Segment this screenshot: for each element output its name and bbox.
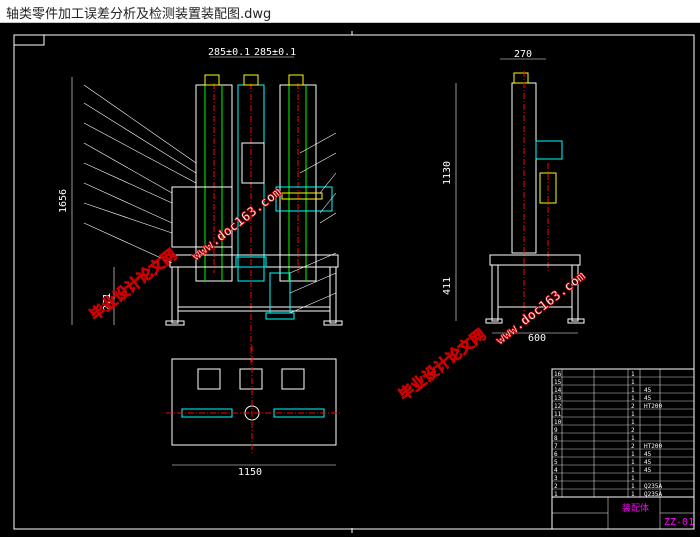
title-block-drawing-no: ZZ-01 (664, 517, 694, 528)
bom-row-qty: 1 (631, 475, 635, 482)
dim-front-top-left: 285±0.1 (208, 47, 250, 58)
window-title-bar: 轴类零件加工误差分析及检测装置装配图.dwg (0, 0, 700, 23)
bom-row-no: 3 (554, 475, 558, 482)
bom-row-no: 10 (554, 419, 562, 426)
dim-plan-width: 1150 (238, 467, 262, 478)
bom-row-no: 7 (554, 443, 558, 450)
bom-row-qty: 1 (631, 459, 635, 466)
bom-row-qty: 1 (631, 435, 635, 442)
bom-row-no: 11 (554, 411, 562, 418)
bill-of-materials: 16 115 114 1 4513 1 4512 2 HT20011 110 19 28 17 2 HT20… (551, 368, 695, 498)
window-title: 轴类零件加工误差分析及检测装置装配图.dwg (6, 7, 272, 22)
dim-side-lower: 411 (442, 277, 453, 295)
watermark-company-1: 毕业设计论文网 (86, 245, 180, 324)
bom-row-qty: 1 (631, 387, 635, 394)
plan-view: 1150 (166, 345, 342, 478)
bom-row-qty: 1 (631, 467, 635, 474)
title-block-name: 装配体 (622, 502, 649, 514)
bom-row-no: 6 (554, 451, 558, 458)
dim-side-upper: 1130 (442, 161, 453, 185)
bom-row-no: 9 (554, 427, 558, 434)
bom-row-material: HT200 (644, 443, 662, 450)
bom-row-material: Q235A (644, 483, 662, 490)
drawing-canvas[interactable]: 285±0.1 285±0.1 1656 271 270 1130 411 60… (0, 23, 700, 533)
bom-row-no: 13 (554, 395, 562, 402)
bom-row-qty: 1 (631, 483, 635, 490)
bom-row-qty: 1 (631, 451, 635, 458)
bom-row-qty: 2 (631, 403, 635, 410)
bom-row-no: 4 (554, 467, 558, 474)
bom-row-no: 14 (554, 387, 562, 394)
bom-row-qty: 1 (631, 419, 635, 426)
cad-drawing: 285±0.1 285±0.1 1656 271 270 1130 411 60… (13, 31, 695, 533)
title-block: 装配体 ZZ-01 (551, 496, 695, 530)
dim-front-height: 1656 (58, 189, 69, 213)
bom-row-qty: 2 (631, 443, 635, 450)
bom-row-material: 45 (644, 395, 652, 402)
bom-row-no: 16 (554, 371, 562, 378)
dim-side-width: 600 (528, 333, 546, 344)
dim-front-top-right: 285±0.1 (254, 47, 296, 58)
bom-row-qty: 2 (631, 427, 635, 434)
bom-row-material: 45 (644, 459, 652, 466)
bom-row-material: 45 (644, 451, 652, 458)
watermarks: 毕业设计论文网 www.doc163.com 毕业设计论文网 www.doc16… (86, 184, 589, 404)
bom-row-no: 15 (554, 379, 562, 386)
bom-row-qty: 1 (631, 411, 635, 418)
bom-row-material: 45 (644, 467, 652, 474)
bom-row-no: 5 (554, 459, 558, 466)
watermark-url-1: www.doc163.com (189, 185, 285, 264)
bom-row-no: 12 (554, 403, 562, 410)
bom-row-no: 2 (554, 483, 558, 490)
bom-row-qty: 1 (631, 379, 635, 386)
bom-row-material: 45 (644, 387, 652, 394)
bom-row-material: HT200 (644, 403, 662, 410)
bom-row-no: 8 (554, 435, 558, 442)
bom-row-qty: 1 (631, 395, 635, 402)
drawing-frame (13, 34, 695, 530)
bom-row-qty: 1 (631, 371, 635, 378)
dim-side-top: 270 (514, 49, 532, 60)
watermark-company-2: 毕业设计论文网 (395, 325, 489, 404)
